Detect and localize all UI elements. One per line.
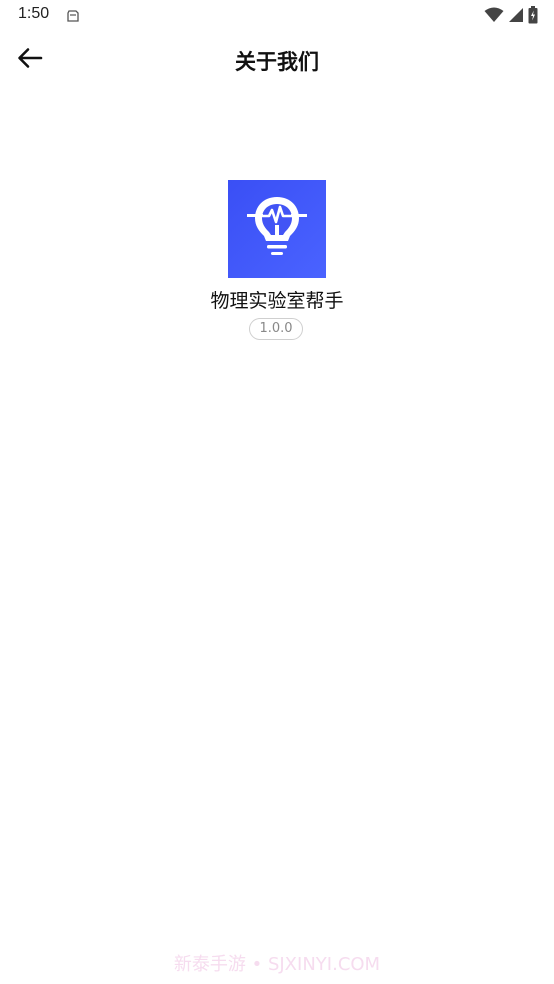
wifi-icon — [484, 7, 504, 27]
notification-icon — [66, 8, 80, 27]
status-time: 1:50 — [18, 5, 50, 22]
lightbulb-pulse-icon — [247, 191, 307, 267]
signal-icon — [508, 7, 524, 27]
top-app-bar: 关于我们 — [0, 34, 554, 86]
battery-icon — [528, 6, 538, 28]
page-title: 关于我们 — [235, 50, 319, 74]
version-badge: 1.0.0 — [249, 318, 303, 340]
app-logo — [228, 180, 326, 278]
status-icons — [484, 6, 538, 28]
app-name: 物理实验室帮手 — [210, 290, 344, 312]
about-screen: 1:50 关于我们 物理实验室帮手 1.0.0 新泰手游 • SJXINYI.C… — [0, 0, 554, 984]
status-bar: 1:50 — [0, 0, 554, 32]
watermark: 新泰手游 • SJXINYI.COM — [173, 954, 381, 975]
